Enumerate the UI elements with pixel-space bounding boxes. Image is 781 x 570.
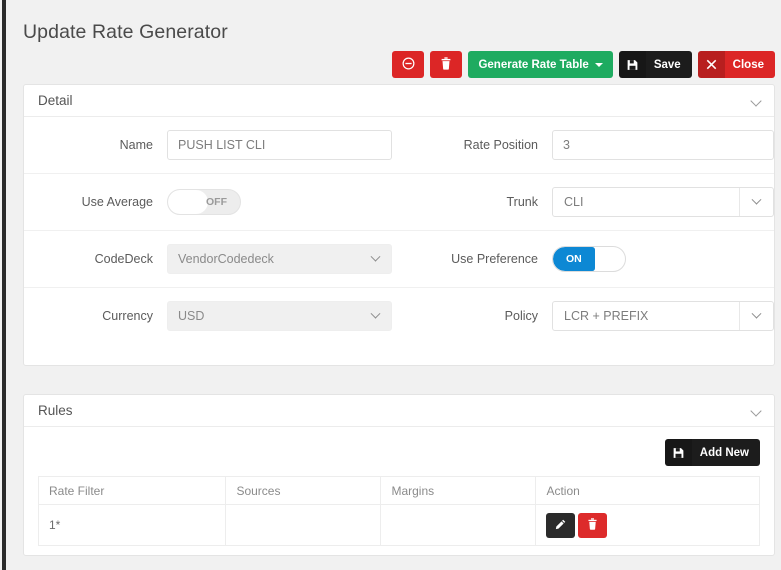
form-row-useaverage-trunk: Use Average OFF Trunk CLI bbox=[24, 174, 774, 231]
rules-table-body: 1* bbox=[39, 505, 760, 546]
use-preference-toggle[interactable]: ON bbox=[552, 246, 626, 272]
field-policy-control: LCR + PREFIX bbox=[552, 301, 774, 331]
trash-icon bbox=[587, 518, 598, 533]
chevron-down-icon bbox=[371, 308, 381, 318]
detail-panel: Detail Name Rate Position bbox=[23, 84, 775, 366]
field-rate-position-label: Rate Position bbox=[399, 138, 552, 152]
column-header-margins: Margins bbox=[381, 477, 536, 505]
rules-panel-title: Rules bbox=[38, 403, 73, 418]
column-header-sources: Sources bbox=[226, 477, 381, 505]
rules-table-head: Rate Filter Sources Margins Action bbox=[39, 477, 760, 505]
rules-panel: Rules Add New Rate Filter bbox=[23, 394, 775, 556]
trunk-value: CLI bbox=[553, 195, 739, 209]
field-use-preference-label: Use Preference bbox=[399, 252, 552, 266]
field-currency: Currency USD bbox=[24, 288, 399, 344]
field-currency-control: USD bbox=[167, 301, 392, 331]
floppy-disk-icon bbox=[619, 51, 646, 78]
field-use-average: Use Average OFF bbox=[24, 174, 399, 230]
field-use-average-control: OFF bbox=[167, 189, 392, 215]
codedeck-select[interactable]: VendorCodedeck bbox=[167, 244, 392, 274]
rules-panel-header[interactable]: Rules bbox=[24, 395, 774, 427]
field-codedeck: CodeDeck VendorCodedeck bbox=[24, 231, 399, 287]
chevron-down-icon bbox=[371, 251, 381, 261]
chevron-down-icon[interactable] bbox=[750, 405, 761, 416]
x-icon bbox=[698, 51, 725, 78]
detail-panel-title: Detail bbox=[38, 93, 73, 108]
column-header-action: Action bbox=[536, 477, 760, 505]
field-policy-label: Policy bbox=[399, 309, 552, 323]
table-row: 1* bbox=[39, 505, 760, 546]
form-row-currency-policy: Currency USD Policy LCR + PREFIX bbox=[24, 288, 774, 344]
close-label: Close bbox=[725, 59, 775, 71]
rules-table: Rate Filter Sources Margins Action 1* bbox=[38, 476, 760, 546]
use-average-toggle[interactable]: OFF bbox=[167, 189, 241, 215]
field-codedeck-label: CodeDeck bbox=[24, 252, 167, 266]
field-name-control bbox=[167, 130, 392, 160]
add-new-toolbar: Add New bbox=[24, 427, 774, 476]
chevron-down-icon[interactable] bbox=[739, 302, 773, 330]
generate-rate-table-button[interactable]: Generate Rate Table bbox=[468, 51, 612, 78]
ban-button[interactable] bbox=[392, 51, 424, 78]
caret-down-icon bbox=[595, 63, 603, 67]
field-trunk: Trunk CLI bbox=[399, 174, 774, 230]
add-new-button[interactable]: Add New bbox=[665, 439, 760, 466]
generate-rate-table-label: Generate Rate Table bbox=[478, 59, 588, 71]
save-label: Save bbox=[646, 59, 692, 71]
row-action-buttons bbox=[546, 513, 749, 538]
pencil-icon bbox=[555, 518, 566, 533]
policy-select[interactable]: LCR + PREFIX bbox=[552, 301, 774, 331]
field-use-preference: Use Preference ON bbox=[399, 231, 774, 287]
field-trunk-label: Trunk bbox=[399, 195, 552, 209]
save-button[interactable]: Save bbox=[619, 51, 692, 78]
floppy-disk-icon bbox=[665, 439, 692, 466]
field-name-label: Name bbox=[24, 138, 167, 152]
field-codedeck-control: VendorCodedeck bbox=[167, 244, 392, 274]
use-preference-state: ON bbox=[553, 253, 582, 265]
use-average-state: OFF bbox=[206, 196, 240, 208]
app-window: Update Rate Generator Generate Rate Tabl… bbox=[0, 0, 781, 570]
trash-icon bbox=[440, 57, 452, 73]
currency-select[interactable]: USD bbox=[167, 301, 392, 331]
detail-panel-header[interactable]: Detail bbox=[24, 85, 774, 117]
currency-value: USD bbox=[178, 309, 204, 323]
add-new-label: Add New bbox=[692, 447, 760, 459]
cell-margins bbox=[381, 505, 536, 546]
close-button[interactable]: Close bbox=[698, 51, 775, 78]
chevron-down-icon[interactable] bbox=[739, 188, 773, 216]
minus-circle-icon bbox=[402, 57, 415, 73]
page-title: Update Rate Generator bbox=[23, 21, 228, 44]
cell-rate-filter: 1* bbox=[39, 505, 226, 546]
delete-toolbar-button[interactable] bbox=[430, 51, 462, 78]
rules-body: Add New Rate Filter Sources Margins Acti… bbox=[24, 427, 774, 546]
form-row-name-rateposition: Name Rate Position bbox=[24, 117, 774, 174]
name-input[interactable] bbox=[167, 130, 392, 160]
policy-value: LCR + PREFIX bbox=[553, 309, 739, 323]
edit-row-button[interactable] bbox=[546, 513, 575, 538]
field-trunk-control: CLI bbox=[552, 187, 774, 217]
cell-sources bbox=[226, 505, 381, 546]
field-rate-position-control bbox=[552, 130, 774, 160]
field-name: Name bbox=[24, 117, 399, 173]
form-row-codedeck-usepreference: CodeDeck VendorCodedeck Use Preference O… bbox=[24, 231, 774, 288]
toggle-knob bbox=[168, 190, 208, 214]
main-content: Update Rate Generator Generate Rate Tabl… bbox=[6, 0, 781, 570]
toolbar: Generate Rate Table Save Close bbox=[392, 51, 775, 78]
field-use-average-label: Use Average bbox=[24, 195, 167, 209]
trunk-select[interactable]: CLI bbox=[552, 187, 774, 217]
cell-action bbox=[536, 505, 760, 546]
delete-row-button[interactable] bbox=[578, 513, 607, 538]
column-header-rate-filter: Rate Filter bbox=[39, 477, 226, 505]
rate-position-input[interactable] bbox=[552, 130, 774, 160]
field-rate-position: Rate Position bbox=[399, 117, 774, 173]
field-use-preference-control: ON bbox=[552, 246, 774, 272]
field-currency-label: Currency bbox=[24, 309, 167, 323]
codedeck-value: VendorCodedeck bbox=[178, 252, 274, 266]
chevron-down-icon[interactable] bbox=[750, 95, 761, 106]
table-header-row: Rate Filter Sources Margins Action bbox=[39, 477, 760, 505]
field-policy: Policy LCR + PREFIX bbox=[399, 288, 774, 344]
